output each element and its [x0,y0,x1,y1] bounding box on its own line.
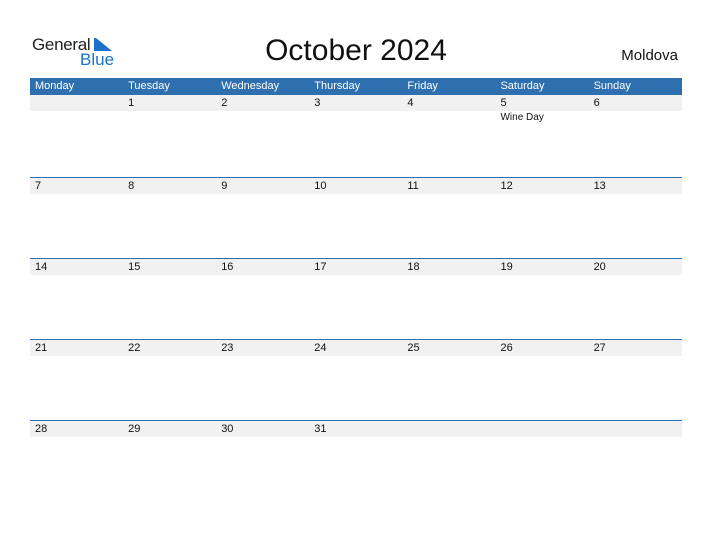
day-cell: 3 [309,95,402,165]
day-number: 14 [35,261,48,273]
day-cell: 12 [495,178,588,248]
day-cell: 24 [309,340,402,410]
day-number: 13 [593,180,606,192]
day-number: 10 [314,180,327,192]
day-cell: 20 [589,259,682,329]
day-number: 17 [314,261,327,273]
day-cell: 14 [30,259,123,329]
day-cell: 25 [402,340,495,410]
day-cell: 7 [30,178,123,248]
day-number: 24 [314,342,327,354]
week-row: 7 8 9 10 11 12 13 [30,177,682,258]
weekday-sunday: Sunday [593,80,631,92]
day-cell: 21 [30,340,123,410]
day-number: 31 [314,423,327,435]
day-number: 19 [500,261,513,273]
day-cell: 16 [216,259,309,329]
weekday-header: Monday Tuesday Wednesday Thursday Friday… [30,78,682,95]
week-cells: 28 29 30 31 [30,421,682,491]
day-number: 3 [314,97,321,109]
weekday-wednesday: Wednesday [221,80,280,92]
day-number: 1 [128,97,135,109]
day-cell: 28 [30,421,123,491]
country-label: Moldova [621,47,678,64]
day-cell [495,421,588,491]
day-number: 26 [500,342,513,354]
day-number: 7 [35,180,42,192]
weekday-monday: Monday [35,80,75,92]
day-number: 29 [128,423,141,435]
day-cell: 15 [123,259,216,329]
day-number: 16 [221,261,234,273]
week-row: 1 2 3 4 5 Wine Day 6 [30,95,682,176]
day-number: 2 [221,97,228,109]
week-cells: 7 8 9 10 11 12 13 [30,178,682,248]
week-row: 21 22 23 24 25 26 27 [30,339,682,420]
day-cell: 11 [402,178,495,248]
day-cell: 6 [589,95,682,165]
week-row: 28 29 30 31 [30,420,682,501]
day-cell [402,421,495,491]
day-number: 11 [407,180,419,192]
day-cell: 23 [216,340,309,410]
day-number: 4 [407,97,414,109]
calendar-title: October 2024 [265,34,447,67]
day-number: 5 [500,97,507,109]
weekday-friday: Friday [407,80,438,92]
day-cell: 27 [589,340,682,410]
day-cell: 9 [216,178,309,248]
day-cell: 26 [495,340,588,410]
day-cell: 18 [402,259,495,329]
day-cell: 2 [216,95,309,165]
day-cell: 13 [589,178,682,248]
day-number: 23 [221,342,234,354]
day-number: 21 [35,342,48,354]
weekday-saturday: Saturday [500,80,545,92]
day-number: 30 [221,423,234,435]
day-cell: 19 [495,259,588,329]
day-cell: 17 [309,259,402,329]
day-cell: 10 [309,178,402,248]
day-number: 25 [407,342,420,354]
day-number: 12 [500,180,513,192]
day-number: 27 [593,342,606,354]
day-cell: 29 [123,421,216,491]
day-number: 28 [35,423,48,435]
week-cells: 21 22 23 24 25 26 27 [30,340,682,410]
day-number: 20 [593,261,606,273]
day-cell: 8 [123,178,216,248]
week-cells: 14 15 16 17 18 19 20 [30,259,682,329]
day-cell: 5 Wine Day [495,95,588,165]
weekday-tuesday: Tuesday [128,80,170,92]
day-cell: 22 [123,340,216,410]
day-number: 15 [128,261,141,273]
day-cell: 30 [216,421,309,491]
week-row: 14 15 16 17 18 19 20 [30,258,682,339]
day-number: 18 [407,261,420,273]
day-number: 8 [128,180,135,192]
day-number: 6 [593,97,600,109]
week-cells: 1 2 3 4 5 Wine Day 6 [30,95,682,165]
day-cell [30,95,123,165]
day-number: 9 [221,180,228,192]
day-cell [589,421,682,491]
day-number: 22 [128,342,141,354]
day-cell: 1 [123,95,216,165]
day-cell: 4 [402,95,495,165]
weekday-thursday: Thursday [314,80,361,92]
holiday-event: Wine Day [500,112,544,123]
day-cell: 31 [309,421,402,491]
